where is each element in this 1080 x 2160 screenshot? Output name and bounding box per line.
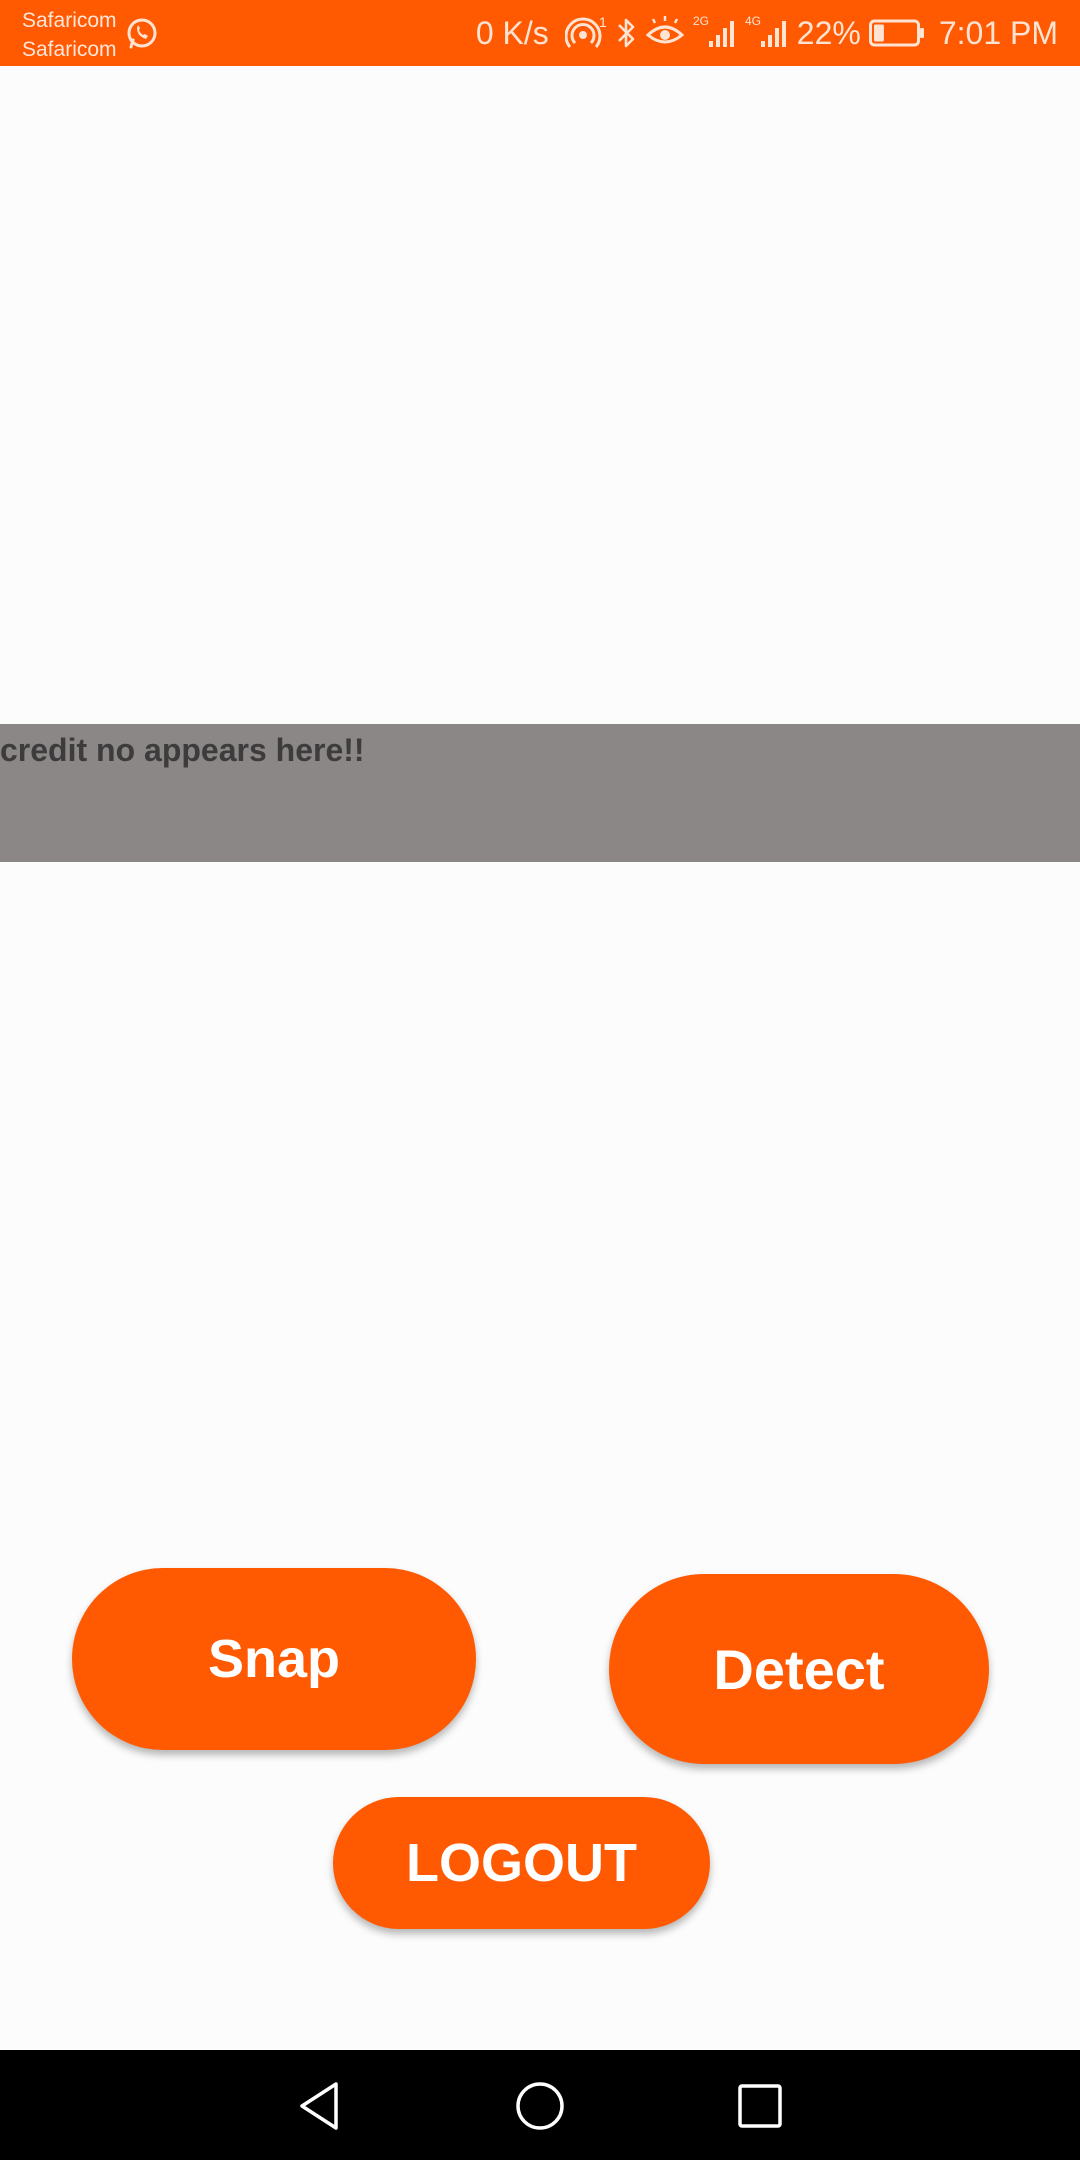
battery-percent: 22% bbox=[796, 14, 861, 51]
hotspot-icon: 1 bbox=[564, 14, 607, 48]
clock: 7:01 PM bbox=[938, 14, 1058, 51]
sim1-network-type: 2G bbox=[693, 14, 709, 28]
back-icon[interactable] bbox=[292, 2078, 348, 2134]
network-speed: 0 K/s bbox=[475, 14, 549, 51]
snap-button[interactable]: Snap bbox=[72, 1568, 476, 1750]
signal-icon-sim2: 4G bbox=[745, 14, 786, 47]
navigation-bar bbox=[0, 2050, 1080, 2160]
eye-comfort-icon bbox=[645, 16, 685, 44]
status-bar: Safaricom Safaricom 0 K/s 1 2G 4G 22% 7:… bbox=[0, 0, 1080, 66]
status-indicators: 0 K/s 1 2G 4G 22% 7:01 PM bbox=[476, 0, 1058, 66]
logout-button[interactable]: LOGOUT bbox=[333, 1797, 710, 1929]
content-area-top bbox=[0, 66, 1080, 724]
credit-number-text: credit no appears here!! bbox=[0, 732, 365, 768]
detect-button[interactable]: Detect bbox=[609, 1574, 989, 1764]
battery-icon bbox=[868, 19, 924, 47]
carrier-label-sim2: Safaricom bbox=[22, 38, 117, 61]
credit-number-panel: credit no appears here!! bbox=[0, 724, 1080, 862]
bluetooth-icon bbox=[617, 18, 635, 48]
carrier-labels: Safaricom Safaricom bbox=[22, 6, 117, 64]
home-icon[interactable] bbox=[512, 2078, 568, 2134]
carrier-label-sim1: Safaricom bbox=[22, 9, 117, 32]
whatsapp-icon bbox=[127, 18, 157, 49]
sim2-network-type: 4G bbox=[745, 14, 761, 28]
signal-icon-sim1: 2G bbox=[693, 14, 734, 47]
hotspot-badge: 1 bbox=[599, 14, 607, 30]
app-screen: Safaricom Safaricom 0 K/s 1 2G 4G 22% 7:… bbox=[0, 0, 1080, 2160]
recents-icon[interactable] bbox=[732, 2078, 788, 2134]
